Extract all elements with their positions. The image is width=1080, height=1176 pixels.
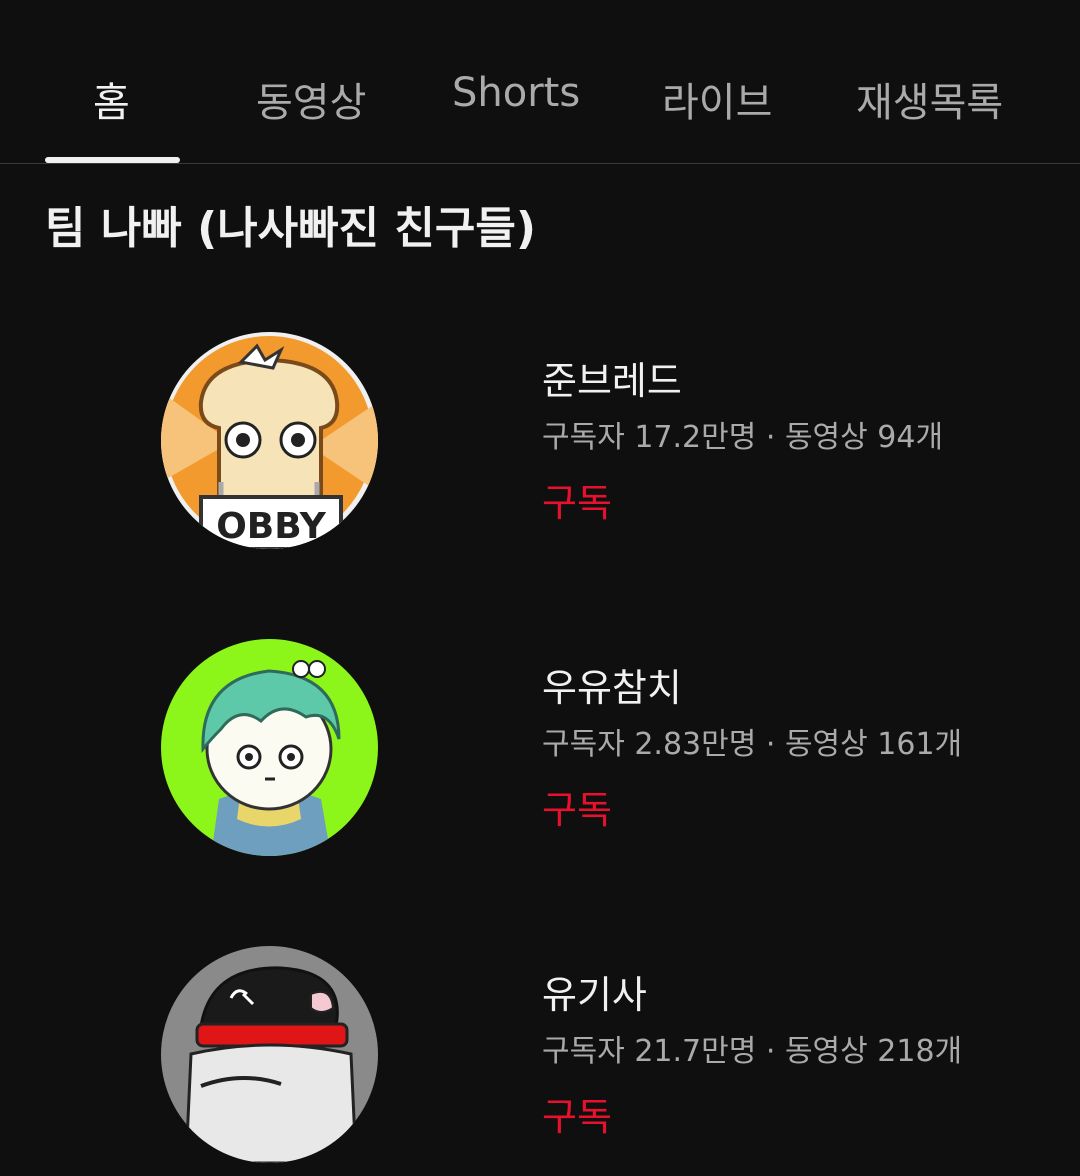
channel-avatar[interactable] <box>161 946 378 1163</box>
channel-item[interactable]: 유기사 구독자 21.7만명 · 동영상 218개 구독 <box>0 946 1080 1176</box>
active-tab-indicator <box>45 157 180 163</box>
channel-name[interactable]: 준브레드 <box>542 350 682 405</box>
channel-stats: 구독자 17.2만명 · 동영상 94개 <box>542 420 944 455</box>
tab-live[interactable]: 라이브 <box>662 70 772 128</box>
channel-item[interactable]: 우유참치 구독자 2.83만명 · 동영상 161개 구독 <box>0 639 1080 869</box>
tab-shorts[interactable]: Shorts <box>452 70 580 116</box>
channel-tab-bar: 홈 동영상 Shorts 라이브 재생목록 <box>0 0 1080 164</box>
channel-stats: 구독자 2.83만명 · 동영상 161개 <box>542 727 963 762</box>
channel-stats: 구독자 21.7만명 · 동영상 218개 <box>542 1034 963 1069</box>
channel-name[interactable]: 우유참치 <box>542 657 682 712</box>
section-title: 팀 나빠 (나사빠진 친구들) <box>45 203 536 254</box>
subscribe-button[interactable]: 구독 <box>542 472 612 527</box>
subscribe-button[interactable]: 구독 <box>542 779 612 834</box>
tab-playlists[interactable]: 재생목록 <box>856 70 1003 128</box>
channel-name[interactable]: 유기사 <box>542 964 647 1019</box>
subscribe-button[interactable]: 구독 <box>542 1086 612 1141</box>
tab-videos[interactable]: 동영상 <box>256 70 366 128</box>
channel-avatar[interactable] <box>161 639 378 856</box>
channel-item[interactable]: OBBY 준브레드 구독자 17.2만명 · 동영상 94개 구독 <box>0 332 1080 562</box>
channel-avatar[interactable]: OBBY <box>161 332 378 549</box>
avatar-logo-text: OBBY <box>216 506 327 547</box>
tab-home[interactable]: 홈 <box>93 70 130 128</box>
